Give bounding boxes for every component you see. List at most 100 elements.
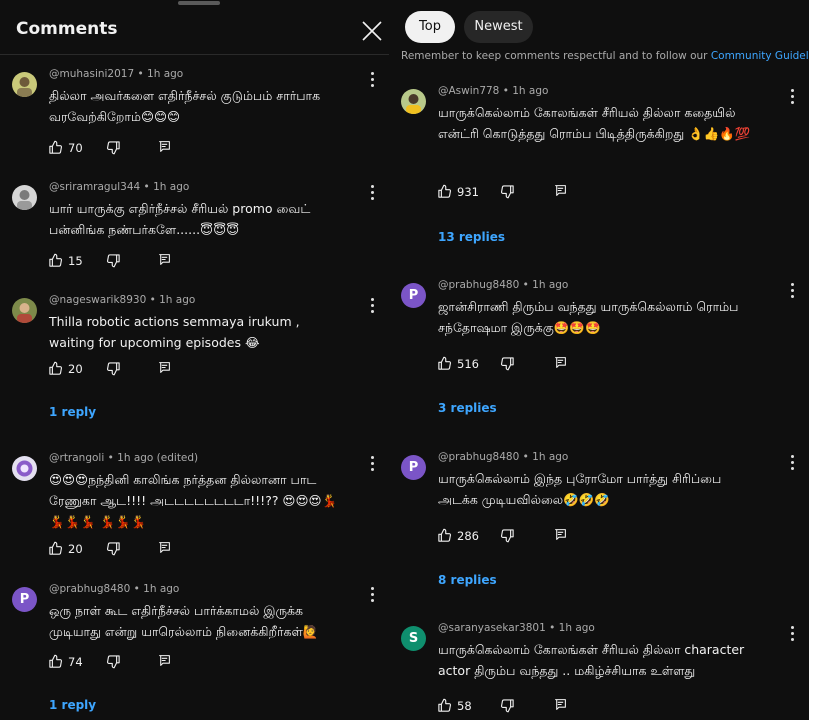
dislike-icon[interactable] [500, 528, 515, 543]
comment-author[interactable]: @prabhug8480 [438, 279, 519, 291]
comment-author[interactable]: @muhasini2017 [49, 68, 134, 80]
guidelines-notice: Remember to keep comments respectful and… [401, 50, 809, 62]
more-options-icon[interactable] [371, 185, 375, 201]
view-replies-link[interactable]: 13 replies [438, 230, 505, 244]
avatar[interactable] [12, 298, 37, 323]
like-icon[interactable] [437, 528, 452, 543]
comment-author[interactable]: @nageswarik8930 [49, 294, 146, 306]
comment-time: 1h ago [143, 583, 180, 595]
comment-time: 1h ago [159, 294, 196, 306]
avatar-image [12, 456, 37, 481]
comment-author[interactable]: @prabhug8480 [49, 583, 130, 595]
reply-icon[interactable] [554, 528, 567, 541]
avatar-image [12, 185, 37, 210]
comment-meta: @saranyasekar3801 • 1h ago [438, 622, 595, 634]
reply-icon[interactable] [158, 140, 171, 153]
comment-author[interactable]: @prabhug8480 [438, 451, 519, 463]
comment-actions: 20 [48, 361, 188, 379]
comment-actions: 74 [48, 654, 188, 672]
comment-actions: 931 [437, 184, 577, 202]
comment-author[interactable]: @saranyasekar3801 [438, 622, 546, 634]
drag-handle[interactable] [178, 1, 220, 5]
like-count: 20 [68, 542, 83, 556]
comment-author[interactable]: @sriramragul344 [49, 181, 140, 193]
reply-icon[interactable] [158, 541, 171, 554]
comment-actions: 70 [48, 140, 188, 158]
comment-meta: @rtrangoli • 1h ago (edited) [49, 452, 199, 464]
avatar[interactable] [401, 89, 426, 114]
view-replies-link[interactable]: 8 replies [438, 573, 497, 587]
more-options-icon[interactable] [371, 587, 375, 603]
close-icon[interactable] [361, 20, 383, 42]
more-options-icon[interactable] [791, 626, 795, 642]
view-replies-link[interactable]: 3 replies [438, 401, 497, 415]
avatar[interactable]: P [12, 587, 37, 612]
comment-meta: @muhasini2017 • 1h ago [49, 68, 184, 80]
like-icon[interactable] [48, 361, 63, 376]
comment-author[interactable]: @Aswin778 [438, 85, 499, 97]
reply-icon[interactable] [158, 253, 171, 266]
avatar[interactable] [12, 456, 37, 481]
like-icon[interactable] [437, 184, 452, 199]
avatar[interactable] [12, 72, 37, 97]
more-options-icon[interactable] [791, 455, 795, 471]
like-count: 70 [68, 141, 83, 155]
comment-text: யாருக்கெல்லாம் கோலங்கள் சீரியல் தில்லா க… [438, 105, 751, 141]
like-count: 516 [457, 357, 479, 371]
comment-actions: 58 [437, 698, 577, 716]
reply-icon[interactable] [158, 361, 171, 374]
comments-panel-left: Comments @muhasini2017 • 1h ago தில்லா அ… [0, 0, 389, 720]
like-count: 74 [68, 655, 83, 669]
community-guidelines-link[interactable]: Community Guidelines [711, 50, 809, 62]
dislike-icon[interactable] [106, 654, 121, 669]
comment-time: 1h ago (edited) [117, 452, 199, 464]
more-options-icon[interactable] [791, 89, 795, 105]
avatar[interactable]: P [401, 455, 426, 480]
avatar[interactable] [12, 185, 37, 210]
comment-meta: @sriramragul344 • 1h ago [49, 181, 190, 193]
dislike-icon[interactable] [106, 253, 121, 268]
comment-text: 😍😍😍நந்தினி காலிங்க நர்த்தன தில்லானா பாட … [49, 472, 338, 529]
comment-author[interactable]: @rtrangoli [49, 452, 104, 464]
like-count: 286 [457, 529, 479, 543]
comment-text: ஜான்சிராணி திரும்ப வந்தது யாருக்கெல்லாம்… [438, 299, 739, 335]
comment-actions: 15 [48, 253, 188, 271]
like-icon[interactable] [48, 654, 63, 669]
more-options-icon[interactable] [371, 456, 375, 472]
like-count: 58 [457, 699, 472, 713]
avatar[interactable]: S [401, 626, 426, 651]
comment-time: 1h ago [558, 622, 595, 634]
tab-top[interactable]: Top [405, 11, 455, 43]
more-options-icon[interactable] [791, 283, 795, 299]
view-replies-link[interactable]: 1 reply [49, 405, 96, 419]
avatar[interactable]: P [401, 283, 426, 308]
dislike-icon[interactable] [500, 698, 515, 713]
comment-time: 1h ago [153, 181, 190, 193]
like-icon[interactable] [48, 140, 63, 155]
reply-icon[interactable] [554, 184, 567, 197]
more-options-icon[interactable] [371, 298, 375, 314]
dislike-icon[interactable] [106, 541, 121, 556]
like-count: 931 [457, 185, 479, 199]
like-count: 15 [68, 254, 83, 268]
reply-icon[interactable] [554, 356, 567, 369]
avatar-image [12, 298, 37, 323]
like-icon[interactable] [48, 541, 63, 556]
comment-actions: 516 [437, 356, 577, 374]
like-icon[interactable] [437, 698, 452, 713]
dislike-icon[interactable] [500, 356, 515, 371]
reply-icon[interactable] [554, 698, 567, 711]
more-options-icon[interactable] [371, 72, 375, 88]
comment-meta: @prabhug8480 • 1h ago [49, 583, 180, 595]
dislike-icon[interactable] [500, 184, 515, 199]
like-icon[interactable] [48, 253, 63, 268]
like-count: 20 [68, 362, 83, 376]
comment-time: 1h ago [147, 68, 184, 80]
like-icon[interactable] [437, 356, 452, 371]
view-replies-link[interactable]: 1 reply [49, 698, 96, 712]
dislike-icon[interactable] [106, 140, 121, 155]
dislike-icon[interactable] [106, 361, 121, 376]
tab-newest[interactable]: Newest [464, 11, 533, 43]
reply-icon[interactable] [158, 654, 171, 667]
comment-meta: @prabhug8480 • 1h ago [438, 279, 569, 291]
